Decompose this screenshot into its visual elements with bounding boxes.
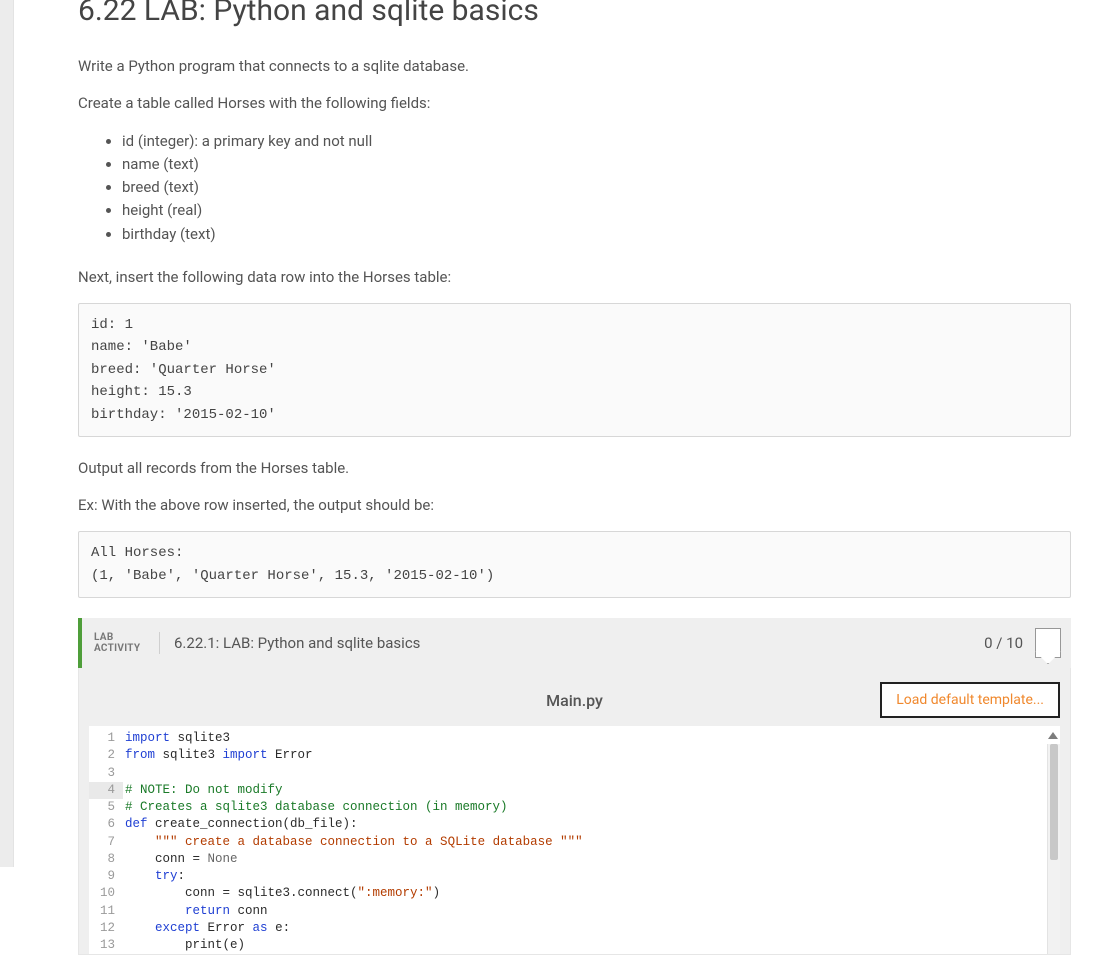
example-paragraph: Ex: With the above row inserted, the out… <box>78 494 1071 517</box>
line-number: 10 <box>89 885 123 902</box>
code-editor[interactable]: 1import sqlite32from sqlite3 import Erro… <box>89 726 1060 954</box>
list-item: id (integer): a primary key and not null <box>122 130 1071 153</box>
list-item: height (real) <box>122 199 1071 222</box>
line-number: 2 <box>89 747 123 764</box>
scroll-thumb[interactable] <box>1050 744 1058 860</box>
editor-panel: Main.py Load default template... 1import… <box>78 668 1071 955</box>
line-number: 13 <box>89 937 123 954</box>
list-item: breed (text) <box>122 176 1071 199</box>
editor-header: Main.py Load default template... <box>89 678 1060 722</box>
code-content[interactable]: # Creates a sqlite3 database connection … <box>123 799 508 816</box>
lab-activity-bar: LAB ACTIVITY 6.22.1: LAB: Python and sql… <box>78 618 1071 668</box>
lab-score: 0 / 10 <box>984 634 1033 652</box>
lab-activity-name: 6.22.1: LAB: Python and sqlite basics <box>160 634 984 652</box>
intro-paragraph: Write a Python program that connects to … <box>78 55 1071 78</box>
code-line[interactable]: 3 <box>89 765 1060 782</box>
lab-title: 6.22 LAB: Python and sqlite basics <box>78 0 1071 27</box>
code-content[interactable] <box>123 765 125 782</box>
left-rail <box>0 0 14 867</box>
code-line[interactable]: 2from sqlite3 import Error <box>89 747 1060 764</box>
code-content[interactable]: try: <box>123 868 185 885</box>
line-number: 11 <box>89 903 123 920</box>
code-line[interactable]: 9 try: <box>89 868 1060 885</box>
code-line[interactable]: 11 return conn <box>89 903 1060 920</box>
lab-activity-tag: LAB ACTIVITY <box>82 632 160 654</box>
list-item: birthday (text) <box>122 223 1071 246</box>
code-line[interactable]: 6def create_connection(db_file): <box>89 816 1060 833</box>
code-content[interactable]: """ create a database connection to a SQ… <box>123 834 583 851</box>
list-item: name (text) <box>122 153 1071 176</box>
code-line[interactable]: 1import sqlite3 <box>89 730 1060 747</box>
code-line[interactable]: 5# Creates a sqlite3 database connection… <box>89 799 1060 816</box>
code-content[interactable]: return conn <box>123 903 268 920</box>
line-number: 3 <box>89 765 123 782</box>
code-content[interactable]: conn = None <box>123 851 238 868</box>
load-default-template-button[interactable]: Load default template... <box>880 682 1060 718</box>
code-content[interactable]: except Error as e: <box>123 920 290 937</box>
line-number: 1 <box>89 730 123 747</box>
line-number: 8 <box>89 851 123 868</box>
code-content[interactable]: conn = sqlite3.connect(":memory:") <box>123 885 440 902</box>
line-number: 6 <box>89 816 123 833</box>
output-paragraph: Output all records from the Horses table… <box>78 457 1071 480</box>
code-line[interactable]: 4# NOTE: Do not modify <box>89 782 1060 799</box>
field-list: id (integer): a primary key and not null… <box>122 130 1071 246</box>
page-content: 6.22 LAB: Python and sqlite basics Write… <box>0 0 1099 955</box>
insert-paragraph: Next, insert the following data row into… <box>78 266 1071 289</box>
code-line[interactable]: 8 conn = None <box>89 851 1060 868</box>
lab-tag-line1: LAB <box>94 632 145 643</box>
code-line[interactable]: 12 except Error as e: <box>89 920 1060 937</box>
line-number: 12 <box>89 920 123 937</box>
score-badge-icon <box>1035 628 1061 658</box>
line-number: 5 <box>89 799 123 816</box>
scroll-up-icon[interactable] <box>1048 732 1058 739</box>
example-output-block: All Horses: (1, 'Babe', 'Quarter Horse',… <box>78 531 1071 598</box>
code-line[interactable]: 7 """ create a database connection to a … <box>89 834 1060 851</box>
code-content[interactable]: print(e) <box>123 937 245 954</box>
code-content[interactable]: def create_connection(db_file): <box>123 816 358 833</box>
file-tab[interactable]: Main.py <box>546 691 603 710</box>
code-content[interactable]: import sqlite3 <box>123 730 230 747</box>
line-number: 7 <box>89 834 123 851</box>
code-line[interactable]: 13 print(e) <box>89 937 1060 954</box>
insert-data-block: id: 1 name: 'Babe' breed: 'Quarter Horse… <box>78 303 1071 437</box>
code-content[interactable]: from sqlite3 import Error <box>123 747 313 764</box>
scrollbar[interactable] <box>1047 744 1060 954</box>
code-line[interactable]: 10 conn = sqlite3.connect(":memory:") <box>89 885 1060 902</box>
line-number: 4 <box>89 782 123 799</box>
create-table-paragraph: Create a table called Horses with the fo… <box>78 92 1071 115</box>
line-number: 9 <box>89 868 123 885</box>
code-content[interactable]: # NOTE: Do not modify <box>123 782 283 799</box>
lab-tag-line2: ACTIVITY <box>94 643 145 654</box>
